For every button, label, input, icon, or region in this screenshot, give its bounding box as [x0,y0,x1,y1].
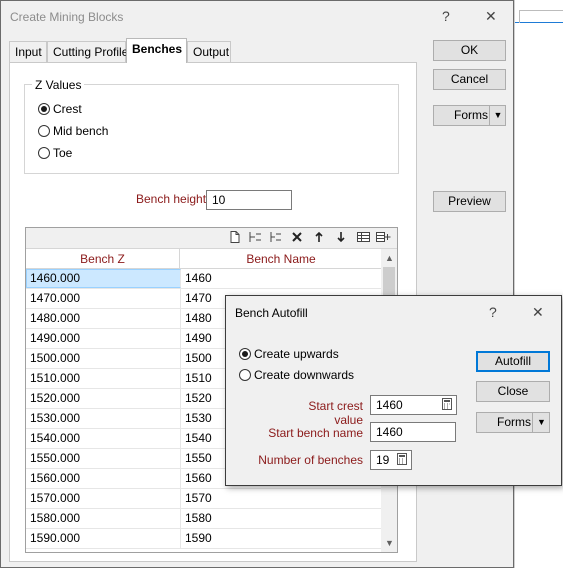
autofill-help-button[interactable]: ? [489,304,497,320]
grid-toolbar [26,228,397,249]
number-calculator-icon[interactable] [397,453,407,468]
bench-height-label: Bench height [136,192,207,206]
move-up-icon[interactable] [312,231,326,245]
autofill-title: Bench Autofill [235,306,308,320]
dialog-title: Create Mining Blocks [10,10,124,24]
column-header-bench-name[interactable]: Bench Name [181,249,381,269]
bench-name-cell[interactable]: 1570 [181,489,381,508]
table-row[interactable]: 1580.000 1580 [26,509,381,529]
create-upwards-label: Create upwards [254,347,339,361]
autofill-close-button[interactable]: Close [476,381,550,402]
bench-autofill-dialog: Bench Autofill ? ✕ Create upwards Create… [225,295,562,486]
autofill-grid-icon[interactable] [356,231,370,245]
mid-bench-radio[interactable] [38,125,50,137]
number-of-benches-label: Number of benches [258,453,363,467]
table-row[interactable]: 1460.000 1460 [26,269,381,289]
scroll-down-icon[interactable]: ▼ [385,538,394,548]
forms-button[interactable]: Forms ▼ [433,105,506,126]
bench-name-cell[interactable]: 1460 [181,269,381,288]
number-of-benches-input[interactable]: 19 [370,450,412,470]
bench-z-cell[interactable]: 1500.000 [26,349,181,368]
bench-z-cell[interactable]: 1460.000 [26,269,181,288]
append-row-icon[interactable] [268,231,282,245]
scroll-up-icon[interactable]: ▲ [385,253,394,263]
autofill-forms-label: Forms [497,415,531,429]
tab-output[interactable]: Output [187,41,231,62]
create-downwards-label: Create downwards [254,368,355,382]
bench-z-cell[interactable]: 1540.000 [26,429,181,448]
toe-label: Toe [53,146,73,160]
cancel-button[interactable]: Cancel [433,69,506,90]
bench-height-input[interactable]: 10 [206,190,292,210]
bench-z-cell[interactable]: 1590.000 [26,529,181,548]
bench-z-cell[interactable]: 1470.000 [26,289,181,308]
insert-row-icon[interactable] [248,231,262,245]
start-bench-name-label: Start bench name [268,426,363,440]
autofill-forms-dropdown-icon[interactable]: ▼ [532,413,550,432]
autofill-forms-button[interactable]: Forms ▼ [476,412,550,433]
create-upwards-radio[interactable] [239,348,251,360]
forms-button-label: Forms [454,108,488,122]
start-bench-name-input[interactable]: 1460 [370,422,456,442]
bench-z-cell[interactable]: 1580.000 [26,509,181,528]
crest-radio[interactable] [38,103,50,115]
number-of-benches-value: 19 [376,453,390,467]
autofill-button[interactable]: Autofill [476,351,550,372]
bench-name-cell[interactable]: 1580 [181,509,381,528]
calculator-icon[interactable] [442,398,452,413]
background-window-frame [519,10,563,23]
tab-cutting-profile[interactable]: Cutting Profile [47,41,128,62]
create-downwards-radio[interactable] [239,369,251,381]
tab-benches[interactable]: Benches [126,38,187,63]
start-crest-label: Start crest value [308,399,363,427]
forms-dropdown-icon[interactable]: ▼ [489,106,506,125]
mid-bench-label: Mid bench [53,124,109,138]
ok-button[interactable]: OK [433,40,506,61]
toe-radio[interactable] [38,147,50,159]
start-crest-input[interactable]: 1460 [370,395,457,415]
preview-button[interactable]: Preview [433,191,506,212]
delete-row-icon[interactable] [290,231,304,245]
bench-z-cell[interactable]: 1560.000 [26,469,181,488]
bench-z-cell[interactable]: 1510.000 [26,369,181,388]
move-down-icon[interactable] [334,231,348,245]
bench-z-cell[interactable]: 1530.000 [26,409,181,428]
start-crest-value: 1460 [376,398,403,412]
column-header-bench-z[interactable]: Bench Z [26,249,180,269]
close-button[interactable]: ✕ [485,8,497,25]
bench-name-cell[interactable]: 1590 [181,529,381,548]
tab-input[interactable]: Input [9,41,47,62]
bench-z-cell[interactable]: 1570.000 [26,489,181,508]
z-values-legend: Z Values [32,78,85,92]
bench-z-cell[interactable]: 1520.000 [26,389,181,408]
bench-z-cell[interactable]: 1480.000 [26,309,181,328]
help-button[interactable]: ? [442,8,450,24]
grid-header: Bench Z Bench Name [26,249,381,269]
crest-label: Crest [53,102,82,116]
add-column-icon[interactable] [376,231,391,245]
autofill-close-glyph-button[interactable]: ✕ [532,304,544,321]
bench-z-cell[interactable]: 1550.000 [26,449,181,468]
bench-z-cell[interactable]: 1490.000 [26,329,181,348]
new-row-icon[interactable] [228,231,242,245]
table-row[interactable]: 1590.000 1590 [26,529,381,549]
table-row[interactable]: 1570.000 1570 [26,489,381,509]
